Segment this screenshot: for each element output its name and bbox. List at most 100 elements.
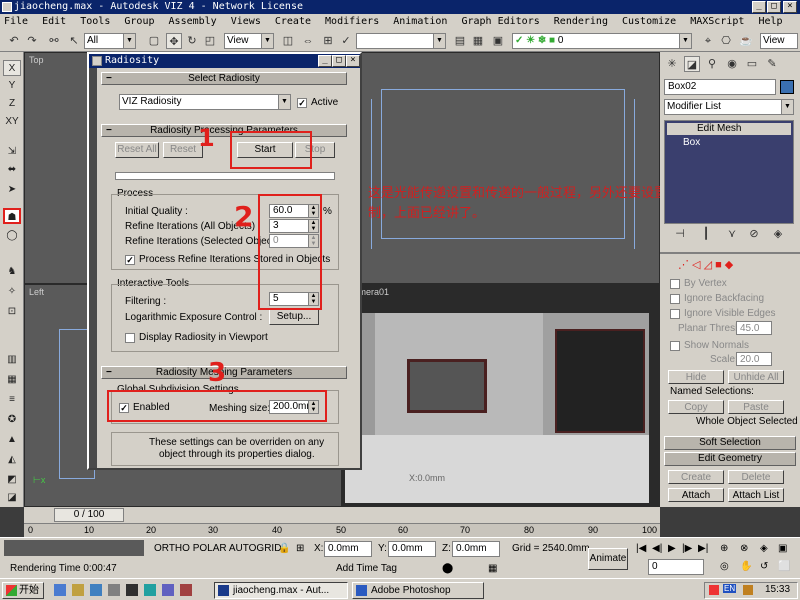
link-icon[interactable]: ⚯ (46, 33, 62, 49)
pin-stack-icon[interactable]: ⊣ (672, 226, 688, 242)
paste-button[interactable]: Paste (728, 400, 784, 414)
unhide-all-button[interactable]: Unhide All (728, 370, 784, 384)
soft-selection-rollout[interactable]: Soft Selection (664, 436, 796, 450)
align-icon[interactable]: ⊞ (320, 33, 336, 49)
active-checkbox[interactable]: ✓ (297, 98, 307, 108)
go-to-end-icon[interactable]: ▶| (698, 542, 708, 556)
bulb-icon[interactable]: ✪ (3, 412, 21, 428)
maxscript-listener[interactable] (4, 540, 144, 556)
menu-group[interactable]: Group (124, 16, 154, 27)
reset-button[interactable]: Reset (163, 142, 203, 158)
zoom-all-icon[interactable]: ⊗ (740, 542, 748, 556)
utilities-tab-icon[interactable]: ✎ (764, 56, 780, 72)
layer-props-icon[interactable]: ▦ (470, 33, 486, 49)
walk-icon[interactable]: ♞ (3, 264, 21, 280)
menu-maxscript[interactable]: MAXScript (690, 16, 744, 27)
render-icon[interactable]: ☕ (738, 33, 754, 49)
pan-icon[interactable]: ⬌ (3, 162, 21, 178)
select-icon[interactable]: ↖ (66, 33, 82, 49)
taskbar-item-photoshop[interactable]: Adobe Photoshop (352, 582, 484, 599)
animate-button[interactable]: Animate (588, 548, 628, 570)
lock-selection-icon[interactable]: 🔒 (278, 542, 290, 556)
render-view-dropdown[interactable]: View (760, 33, 798, 49)
zoom-icon[interactable]: ⊕ (720, 542, 728, 556)
menu-graph-editors[interactable]: Graph Editors (461, 16, 539, 27)
layer-new-icon[interactable]: ▣ (490, 33, 506, 49)
menu-help[interactable]: Help (758, 16, 782, 27)
fill-icon[interactable]: ◩ (3, 472, 21, 488)
viewport-camera[interactable]: Camera01 X:0.0mm (342, 284, 660, 507)
hierarchy-tab-icon[interactable]: ⚲ (704, 56, 720, 72)
select-region-icon[interactable]: ▢ (146, 33, 162, 49)
modify-tab-icon[interactable]: ◪ (684, 56, 700, 72)
dialog-minimize-button[interactable]: _ (318, 55, 332, 67)
redo-icon[interactable]: ↷ (24, 33, 40, 49)
process-stored-checkbox[interactable]: ✓ (125, 255, 135, 265)
go-to-start-icon[interactable]: |◀ (636, 542, 646, 556)
menu-modifiers[interactable]: Modifiers (325, 16, 379, 27)
quicklaunch-app4-icon[interactable] (162, 584, 174, 596)
configure-icon[interactable]: ◈ (770, 226, 786, 242)
dialog-title-bar[interactable]: Radiosity _ □ × (89, 54, 360, 68)
delete-button[interactable]: Delete (728, 470, 784, 484)
maximize-viewport-icon[interactable]: ⬜ (778, 560, 790, 574)
ime-indicator[interactable]: EN (723, 584, 737, 593)
z-coordinate-field[interactable]: 0.0mm (452, 541, 500, 557)
menu-animation[interactable]: Animation (393, 16, 447, 27)
scale-icon[interactable]: ◰ (202, 33, 218, 49)
menu-edit[interactable]: Edit (42, 16, 66, 27)
maximize-button[interactable]: □ (767, 1, 781, 13)
prev-frame-icon[interactable]: ◀| (652, 542, 662, 556)
make-unique-icon[interactable]: ⋎ (724, 226, 740, 242)
radiosity-teapot-icon[interactable]: ☗ (3, 208, 21, 224)
layer-dropdown[interactable]: ✓ ☀ ❄ ■ 0 ▼ (512, 33, 692, 49)
quicklaunch-app2-icon[interactable] (126, 584, 138, 596)
pan-view-icon[interactable]: ✋ (740, 560, 752, 574)
menu-assembly[interactable]: Assembly (169, 16, 217, 27)
object-color-swatch[interactable] (780, 80, 794, 94)
menu-customize[interactable]: Customize (622, 16, 676, 27)
selection-filter-dropdown[interactable]: All ▼ (84, 33, 136, 49)
tray-icon-2[interactable] (743, 585, 753, 595)
window-title-bar[interactable]: jiaocheng.max - Autodesk VIZ 4 - Network… (0, 0, 800, 14)
axis-x-button[interactable]: X (3, 60, 21, 76)
key-filter-icon[interactable]: ⬤ (442, 562, 453, 576)
next-frame-icon[interactable]: |▶ (682, 542, 692, 556)
sphere-icon[interactable]: ◯ (3, 228, 21, 244)
show-normals-checkbox[interactable] (670, 341, 680, 351)
zoom-extents-all-icon[interactable]: ▣ (778, 542, 787, 556)
reference-coord-dropdown[interactable]: View ▼ (224, 33, 274, 49)
quicklaunch-folder-icon[interactable] (72, 584, 84, 596)
axis-y-button[interactable]: Y (3, 78, 21, 94)
attach-button[interactable]: Attach (668, 488, 724, 502)
stack-item-edit-mesh[interactable]: Edit Mesh (667, 123, 791, 135)
close-button[interactable]: × (783, 1, 797, 13)
absolute-mode-icon[interactable]: ⊞ (296, 542, 304, 556)
light-icon[interactable]: ✧ (3, 284, 21, 300)
quicklaunch-app-icon[interactable] (108, 584, 120, 596)
box-icon[interactable]: ▦ (488, 562, 497, 576)
scale-field[interactable]: 20.0 (736, 352, 772, 366)
cursor-icon[interactable]: ⌖ (700, 33, 716, 49)
by-vertex-checkbox[interactable] (670, 279, 680, 289)
display-in-viewport-checkbox[interactable] (125, 333, 135, 343)
undo-icon[interactable]: ↶ (6, 33, 22, 49)
time-slider-thumb[interactable]: 0 / 100 (54, 508, 124, 522)
ignore-visible-edges-checkbox[interactable] (670, 309, 680, 319)
axis-z-button[interactable]: Z (3, 96, 21, 112)
tray-icon[interactable] (709, 585, 719, 595)
door-icon[interactable]: ▥ (3, 352, 21, 368)
lock-icon[interactable]: ▲ (3, 432, 21, 448)
create-tab-icon[interactable]: ✳ (664, 56, 680, 72)
camera-icon[interactable]: ⎔ (718, 33, 734, 49)
taskbar-item-3dviz[interactable]: jiaocheng.max - Aut... (214, 582, 348, 599)
window-icon[interactable]: ▦ (3, 372, 21, 388)
subobject-icons[interactable]: ⋰ ◁ ◿ ■ ◆ (678, 258, 733, 271)
attach-list-button[interactable]: Attach List (728, 488, 784, 502)
quicklaunch-app5-icon[interactable] (180, 584, 192, 596)
material-icon[interactable]: ◪ (3, 490, 21, 506)
y-coordinate-field[interactable]: 0.0mm (388, 541, 436, 557)
dialog-close-button[interactable]: × (346, 55, 360, 67)
radiosity-type-dropdown[interactable]: VIZ Radiosity ▼ (119, 94, 291, 110)
axis-xy-button[interactable]: XY (3, 114, 21, 130)
